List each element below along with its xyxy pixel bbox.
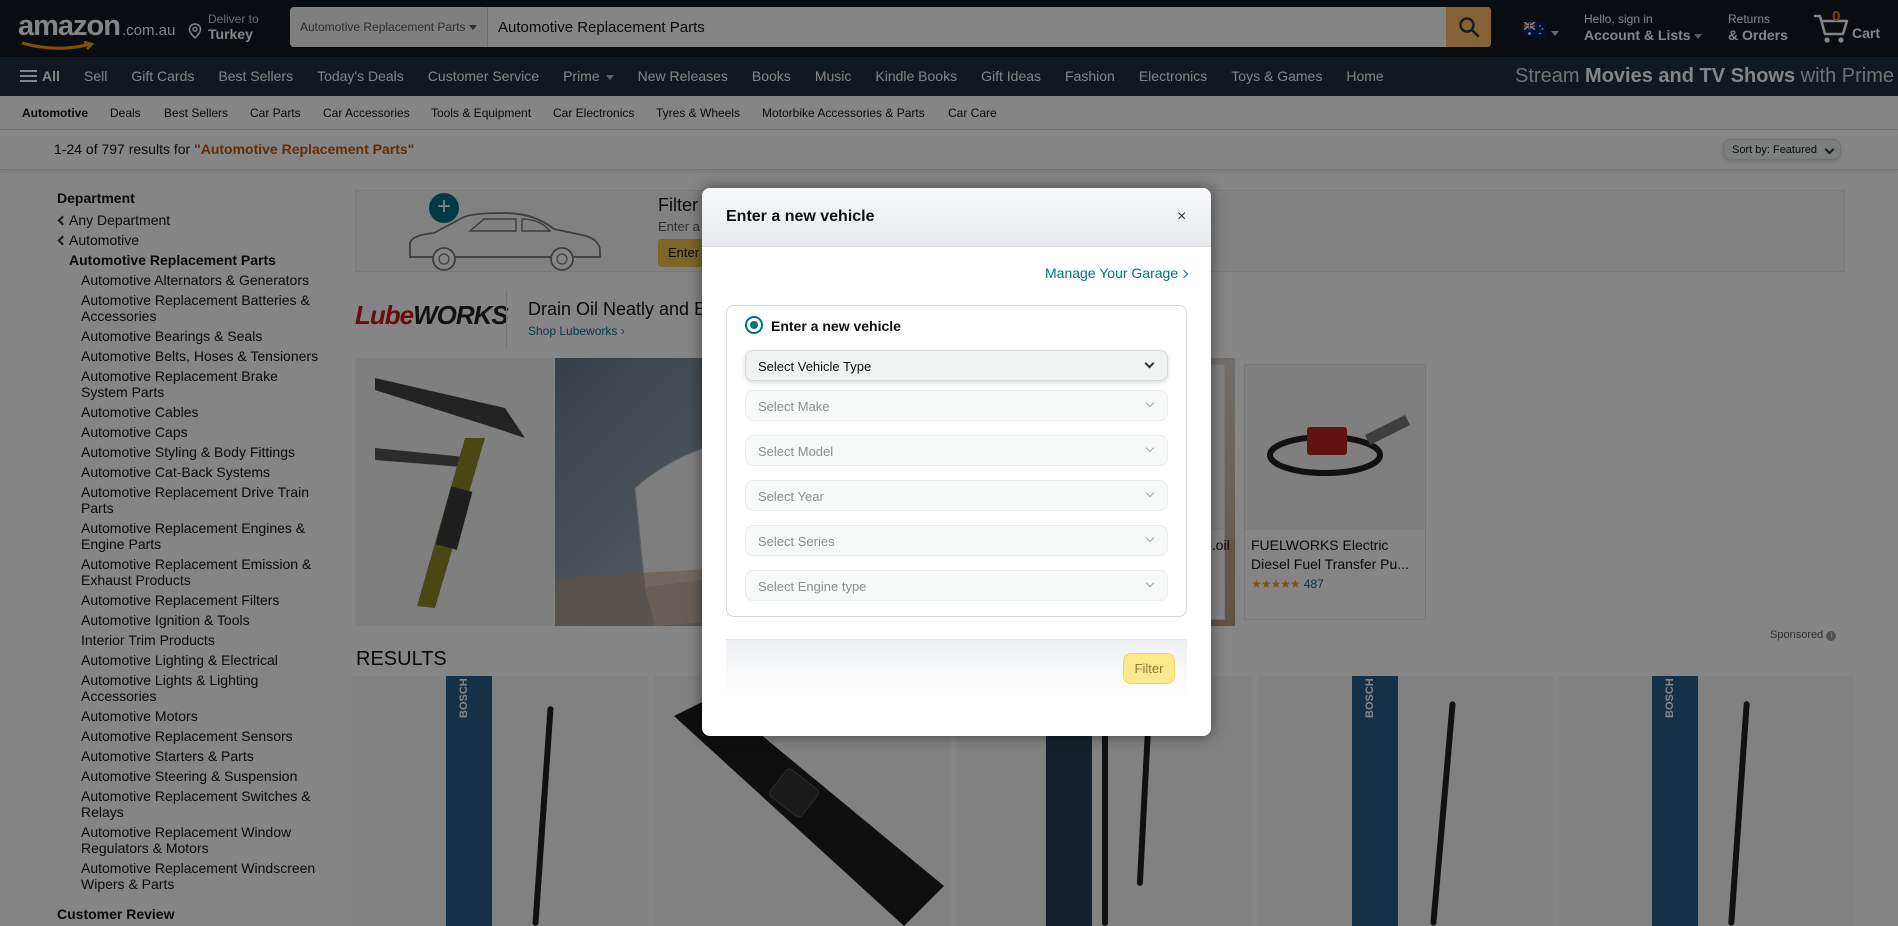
chevron-down-icon — [1145, 578, 1155, 588]
filter-button[interactable]: Filter — [1123, 653, 1175, 684]
modal-title: Enter a new vehicle — [726, 208, 875, 225]
chevron-down-icon — [1144, 358, 1155, 369]
select-engine-type: Select Engine type — [745, 570, 1168, 601]
select-make-label: Select Make — [758, 399, 830, 414]
select-vehicle-type[interactable]: Select Vehicle Type — [745, 350, 1168, 381]
enter-vehicle-modal: Enter a new vehicle × Manage Your Garage… — [702, 188, 1211, 736]
chevron-right-icon — [1179, 269, 1189, 279]
chevron-down-icon — [1145, 443, 1155, 453]
select-make: Select Make — [745, 390, 1168, 421]
manage-garage-link[interactable]: Manage Your Garage — [1045, 265, 1189, 281]
manage-garage-label: Manage Your Garage — [1045, 265, 1179, 281]
vehicle-form: Enter a new vehicle Select Vehicle Type … — [726, 305, 1187, 617]
select-year-label: Select Year — [758, 489, 824, 504]
chevron-down-icon — [1145, 398, 1155, 408]
chevron-down-icon — [1145, 533, 1155, 543]
select-model-label: Select Model — [758, 444, 834, 459]
select-series: Select Series — [745, 525, 1168, 556]
close-icon[interactable]: × — [1177, 208, 1186, 226]
select-model: Select Model — [745, 435, 1168, 466]
select-year: Select Year — [745, 480, 1168, 511]
new-vehicle-radio[interactable] — [745, 316, 763, 334]
modal-header: Enter a new vehicle × — [702, 188, 1211, 247]
select-vehicle-type-label: Select Vehicle Type — [758, 359, 872, 374]
select-series-label: Select Series — [758, 534, 835, 549]
modal-footer: Filter — [726, 639, 1187, 697]
select-engine-type-label: Select Engine type — [758, 579, 867, 594]
new-vehicle-radio-label[interactable]: Enter a new vehicle — [771, 318, 901, 334]
chevron-down-icon — [1145, 488, 1155, 498]
